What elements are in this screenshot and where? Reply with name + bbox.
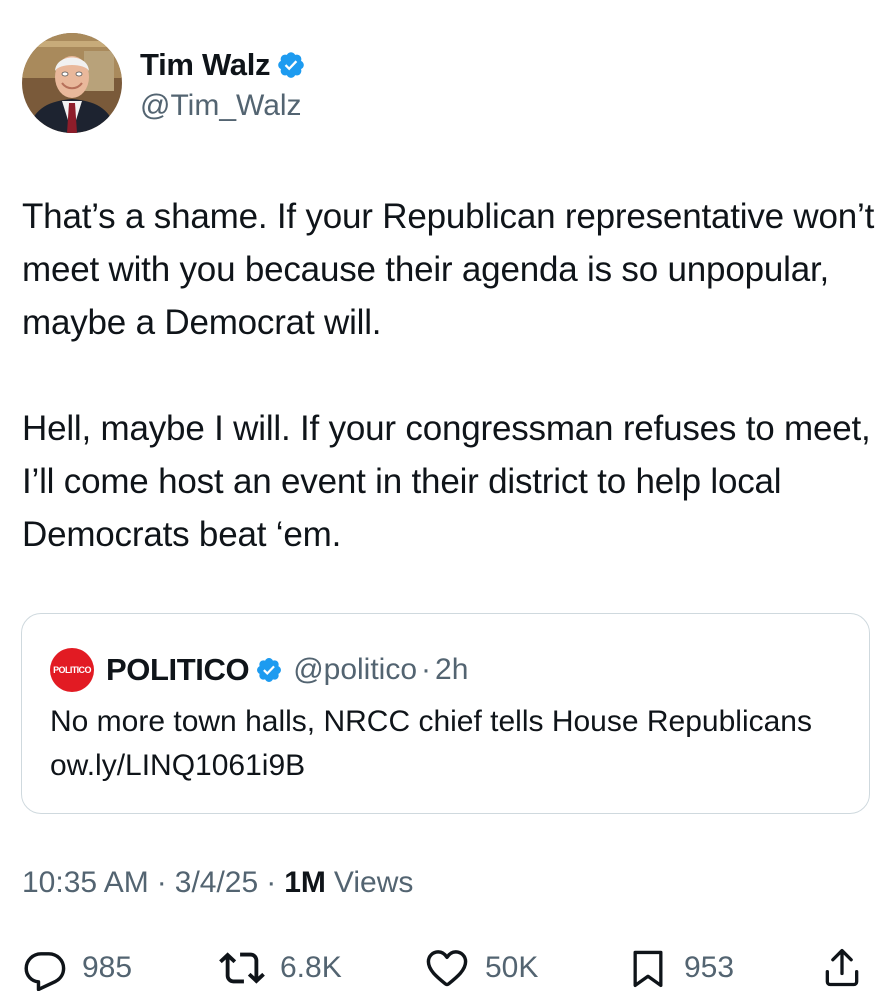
meta-separator: · xyxy=(266,866,277,899)
tweet-date[interactable]: 3/4/25 xyxy=(175,866,258,900)
share-icon xyxy=(825,948,859,987)
quote-age[interactable]: 2h xyxy=(435,653,468,687)
quote-verified-badge-icon xyxy=(255,656,283,684)
author-avatar[interactable] xyxy=(22,33,122,133)
avatar-photo-icon xyxy=(22,33,122,133)
quote-text: No more town halls, NRCC chief tells Hou… xyxy=(50,705,812,782)
bookmark-count: 953 xyxy=(684,951,735,984)
tweet-header: Tim Walz @Tim_Walz xyxy=(22,33,306,133)
reply-button[interactable]: 985 xyxy=(22,940,132,996)
reply-icon xyxy=(24,952,66,991)
tweet-meta: 10:35 AM · 3/4/25 · 1M Views xyxy=(22,866,413,900)
like-button[interactable]: 50K xyxy=(423,940,538,996)
quote-separator: · xyxy=(421,653,432,686)
reply-count: 985 xyxy=(82,951,133,984)
action-bar: 985 6.8K 50K 953 xyxy=(0,940,893,996)
bookmark-button[interactable]: 953 xyxy=(626,940,734,996)
tweet-paragraph-2: Hell, maybe I will. If your congressman … xyxy=(22,409,871,554)
tweet-body: That’s a shame. If your Republican repre… xyxy=(22,190,882,561)
tweet-time[interactable]: 10:35 AM xyxy=(22,866,149,900)
meta-separator: · xyxy=(156,866,167,899)
heart-icon xyxy=(426,950,468,987)
bookmark-icon xyxy=(633,950,663,988)
share-button[interactable] xyxy=(820,940,864,996)
repost-icon xyxy=(219,952,265,984)
author-handle[interactable]: @Tim_Walz xyxy=(140,89,306,123)
verified-badge-icon[interactable] xyxy=(276,50,306,80)
politico-logo-icon[interactable]: POLITICO xyxy=(50,648,94,692)
quote-display-name[interactable]: POLITICO xyxy=(106,652,250,688)
views-label[interactable]: Views xyxy=(334,866,413,900)
repost-button[interactable]: 6.8K xyxy=(218,940,342,996)
views-count[interactable]: 1M xyxy=(284,866,326,900)
quoted-tweet-card[interactable]: POLITICO POLITICO @politico · 2h No more… xyxy=(21,613,870,814)
tweet-paragraph-1: That’s a shame. If your Republican repre… xyxy=(22,197,875,342)
author-display-name[interactable]: Tim Walz xyxy=(140,47,271,83)
like-count: 50K xyxy=(485,951,539,984)
quote-handle[interactable]: @politico xyxy=(293,653,417,687)
repost-count: 6.8K xyxy=(280,951,342,984)
